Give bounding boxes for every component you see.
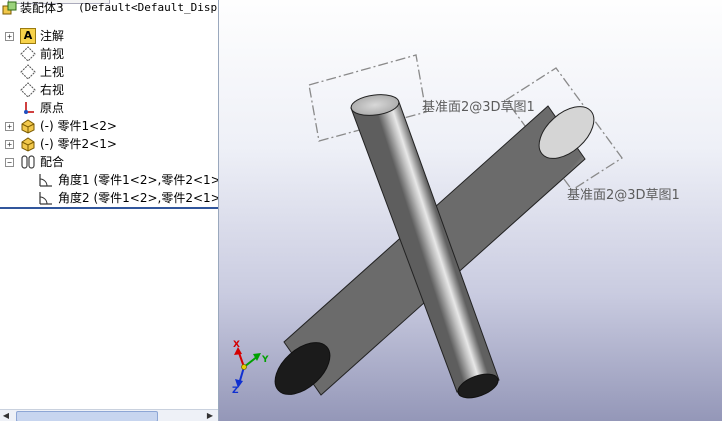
tree-item-label: 注解	[40, 29, 65, 43]
tree-item-label: 原点	[40, 101, 65, 115]
tree-item-angle-mate-2[interactable]: 角度2 (零件1<2>,零件2<1>)	[0, 189, 218, 207]
triad-y-label: Y	[262, 355, 269, 365]
tree-item-label: 配合	[40, 155, 65, 169]
scrollbar-thumb[interactable]	[16, 411, 158, 421]
expand-toggle[interactable]: +	[5, 122, 14, 131]
angle-mate-icon	[39, 192, 52, 205]
plane-icon	[20, 82, 36, 98]
tree-item-label: (-) 零件1<2>	[40, 119, 117, 133]
tree-item-label: 右视	[40, 83, 65, 97]
tree-item-label: 角度1 (零件1<2>,零件2<1>)	[58, 173, 219, 187]
assembly-configuration: (Default<Default_Display	[78, 1, 218, 14]
scroll-right-icon[interactable]: ▶	[204, 410, 216, 421]
horizontal-scrollbar[interactable]: ◀ ▶	[0, 409, 218, 421]
tree-item-label: 前视	[40, 47, 65, 61]
tree-item-right-plane[interactable]: 右视	[0, 81, 218, 99]
plane-icon	[20, 46, 36, 62]
assembly-icon	[2, 1, 17, 15]
tree-item-angle-mate-1[interactable]: 角度1 (零件1<2>,零件2<1>)	[0, 171, 218, 189]
angle-mate-icon	[39, 174, 52, 187]
reference-triad	[234, 347, 261, 388]
expand-toggle[interactable]: +	[5, 140, 14, 149]
rollback-bar[interactable]	[0, 207, 218, 209]
tree-item-origin[interactable]: 原点	[0, 99, 218, 117]
tree-item-label: 角度2 (零件1<2>,零件2<1>)	[58, 191, 219, 205]
tree-item-front-plane[interactable]: 前视	[0, 45, 218, 63]
assembly-name: 装配体3	[20, 1, 64, 15]
mates-icon	[21, 155, 35, 169]
model-scene	[234, 54, 623, 399]
expand-toggle[interactable]: +	[5, 32, 14, 41]
tree-item-part2[interactable]: + (-) 零件2<1>	[0, 135, 218, 153]
tree-item-part1[interactable]: + (-) 零件1<2>	[0, 117, 218, 135]
origin-icon	[24, 102, 34, 114]
part-icon	[21, 119, 35, 134]
sketch-label-1: 基准面2@3D草图1	[422, 100, 535, 115]
tree-item-label: (-) 零件2<1>	[40, 137, 117, 151]
graphics-viewport[interactable]: 基准面2@3D草图1 基准面2@3D草图1 X Y Z	[219, 0, 722, 421]
triad-z-label: Z	[232, 386, 239, 396]
triad-x-label: X	[233, 340, 240, 350]
annotation-icon: A	[20, 28, 36, 44]
tree-item-annotations[interactable]: + A 注解	[0, 27, 218, 45]
collapse-toggle[interactable]: −	[5, 158, 14, 167]
plane-icon	[20, 64, 36, 80]
tree-item-label: 上视	[40, 65, 65, 79]
feature-manager-tree: 装配体3 (Default<Default_Display + A 注解 前视 …	[0, 0, 219, 421]
scroll-left-icon[interactable]: ◀	[0, 410, 12, 421]
tree-root-assembly[interactable]: 装配体3 (Default<Default_Display	[0, 0, 218, 17]
sketch-label-2: 基准面2@3D草图1	[567, 188, 680, 203]
tree-item-mates[interactable]: − 配合	[0, 153, 218, 171]
part-icon	[21, 137, 35, 152]
tree-item-top-plane[interactable]: 上视	[0, 63, 218, 81]
